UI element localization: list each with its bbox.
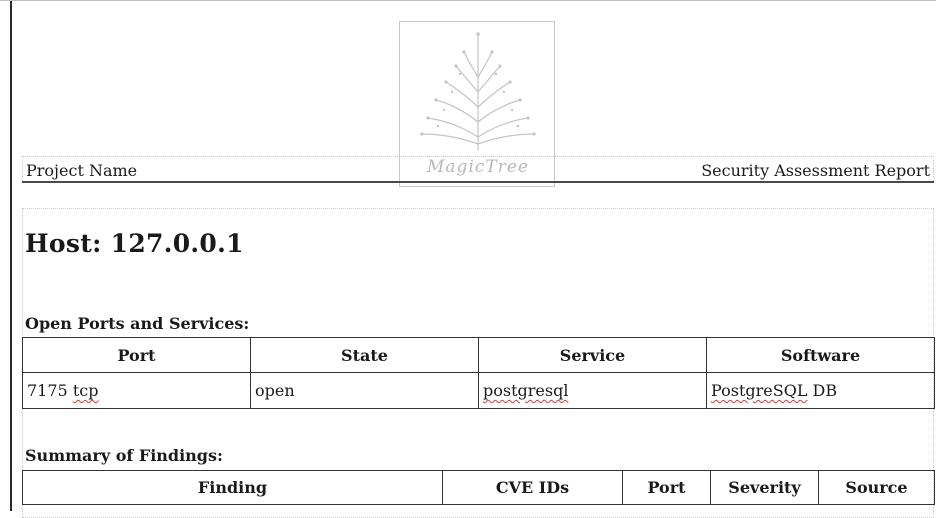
host-heading: Host: 127.0.0.1 [25, 229, 244, 258]
port-protocol: tcp [72, 381, 99, 400]
column-header-software: Software [706, 337, 935, 373]
column-header-state: State [250, 337, 479, 373]
table-header-row: Port State Service Software [22, 337, 935, 373]
table-row: 7175 tcp open postgresql PostgreSQL DB [22, 372, 935, 409]
cell-service: postgresql [478, 372, 707, 409]
port-number: 7175 [27, 381, 68, 400]
column-header-severity: Severity [710, 470, 819, 505]
column-header-source: Source [818, 470, 935, 505]
page-edge [10, 1, 12, 511]
report-title: Security Assessment Report [701, 161, 930, 180]
software-name: PostgreSQL [711, 381, 808, 400]
findings-heading: Summary of Findings: [25, 446, 223, 465]
table-header-row: Finding CVE IDs Port Severity Source [22, 470, 935, 505]
open-ports-table: Port State Service Software 7175 tcp ope… [22, 337, 935, 409]
project-name: Project Name [26, 161, 138, 180]
open-ports-heading: Open Ports and Services: [25, 314, 250, 333]
document-page: MagicTree Project Name Security Assessme… [0, 0, 936, 518]
cell-port: 7175 tcp [22, 372, 251, 409]
software-type: DB [812, 381, 838, 400]
column-header-cve-ids: CVE IDs [442, 470, 623, 505]
cell-software: PostgreSQL DB [706, 372, 935, 409]
column-header-service: Service [478, 337, 707, 373]
column-header-port: Port [622, 470, 711, 505]
cell-state: open [250, 372, 479, 409]
header-divider [22, 181, 934, 183]
findings-table: Finding CVE IDs Port Severity Source [22, 470, 935, 505]
service-name: postgresql [483, 381, 569, 400]
column-header-finding: Finding [22, 470, 443, 505]
column-header-port: Port [22, 337, 251, 373]
